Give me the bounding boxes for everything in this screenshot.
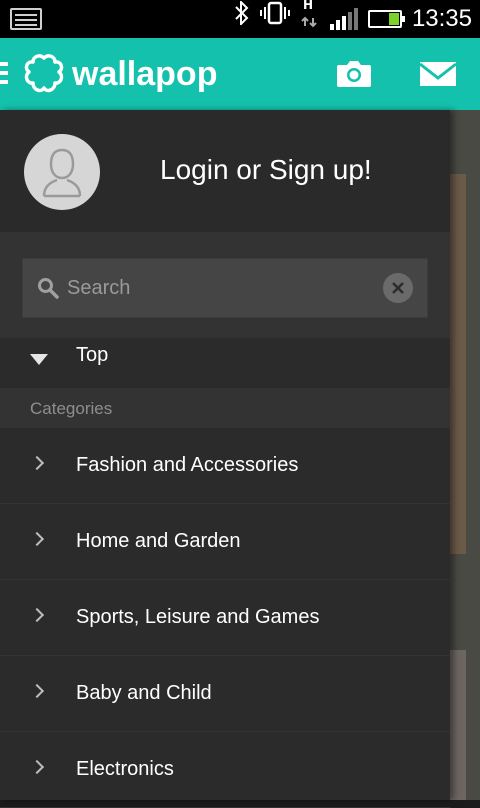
category-item-baby-child[interactable]: Baby and Child: [0, 656, 450, 732]
background-item-card: [450, 650, 466, 800]
navigation-drawer: Login or Sign up! Top Categories Fashion…: [0, 110, 450, 808]
bluetooth-icon: [234, 0, 250, 38]
profile-section[interactable]: Login or Sign up!: [0, 110, 450, 232]
mail-button[interactable]: [416, 52, 460, 96]
status-icons: H 13:35: [234, 0, 472, 38]
clock: 13:35: [411, 5, 472, 32]
clear-search-button[interactable]: [383, 273, 413, 303]
chevron-right-icon: [29, 455, 45, 471]
search-input[interactable]: [67, 259, 377, 317]
mail-icon: [419, 62, 457, 86]
status-bar: H 13:35: [0, 0, 480, 38]
search-icon: [38, 278, 59, 299]
signal-icon: [329, 8, 358, 30]
screenshot-icon: [10, 8, 42, 30]
search-section: [0, 232, 450, 338]
category-item-home-garden[interactable]: Home and Garden: [0, 504, 450, 580]
camera-icon: [337, 61, 371, 87]
login-signup-link[interactable]: Login or Sign up!: [160, 154, 372, 186]
background-item-card: [450, 174, 466, 554]
category-label: Baby and Child: [76, 682, 212, 704]
search-box: [22, 258, 428, 318]
category-item-electronics[interactable]: Electronics: [0, 732, 450, 808]
chevron-right-icon: [29, 759, 45, 775]
category-label: Fashion and Accessories: [76, 454, 299, 476]
top-label: Top: [76, 344, 109, 366]
categories-header: Categories: [0, 388, 450, 428]
vibrate-icon: [259, 0, 290, 38]
top-section-toggle[interactable]: Top: [0, 338, 450, 388]
wallapop-logo: wallapop: [22, 52, 217, 96]
hspa-data-icon: H: [300, 0, 320, 41]
category-label: Home and Garden: [76, 530, 241, 552]
camera-button[interactable]: [332, 52, 376, 96]
app-header: wallapop: [0, 38, 480, 110]
chevron-right-icon: [29, 531, 45, 547]
category-item-sports[interactable]: Sports, Leisure and Games: [0, 580, 450, 656]
avatar[interactable]: [24, 134, 100, 210]
caret-down-icon: [30, 354, 48, 365]
chevron-right-icon: [29, 607, 45, 623]
user-placeholder-icon: [42, 148, 82, 198]
wallapop-logo-icon: [24, 54, 64, 93]
brand-name: wallapop: [72, 54, 218, 93]
category-list: Fashion and Accessories Home and Garden …: [0, 428, 450, 808]
category-item-fashion[interactable]: Fashion and Accessories: [0, 428, 450, 504]
hamburger-icon[interactable]: [0, 62, 8, 84]
battery-icon: [367, 10, 405, 28]
svg-text:H: H: [303, 0, 313, 12]
background-item-grid: [450, 110, 480, 800]
chevron-right-icon: [29, 683, 45, 699]
close-icon: [392, 282, 404, 294]
category-label: Electronics: [76, 758, 174, 780]
category-label: Sports, Leisure and Games: [76, 606, 320, 628]
